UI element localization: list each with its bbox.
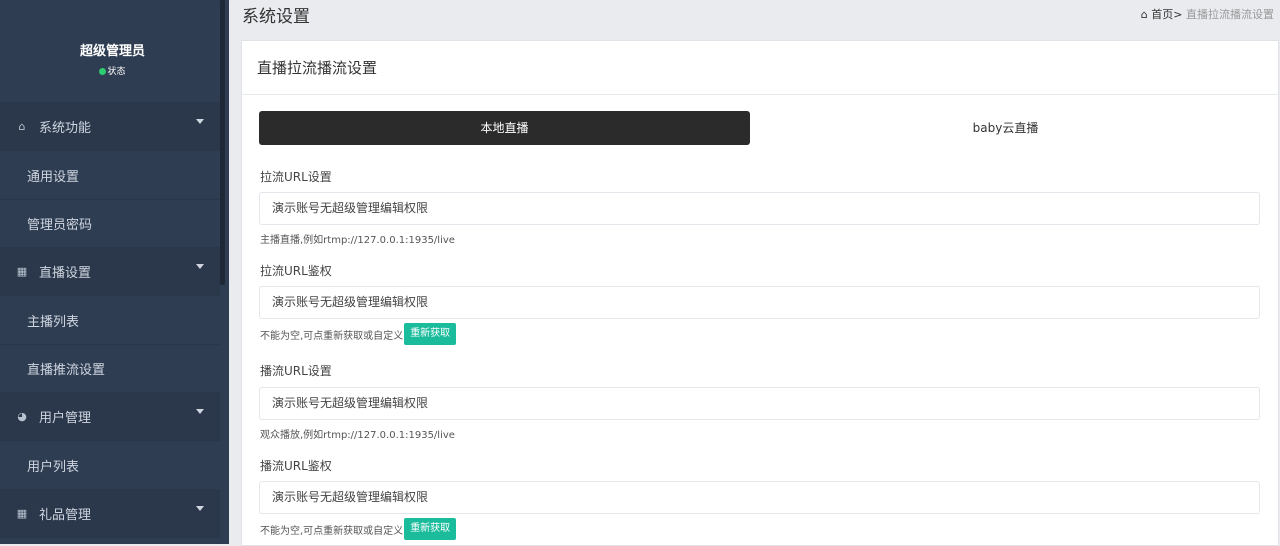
breadcrumb-current: 直播拉流播流设置 xyxy=(1186,8,1274,21)
play-auth-help: 不能为空,可点重新获取或自定义 重新获取 xyxy=(260,518,457,540)
sidebar-item-label: 直播推流设置 xyxy=(27,362,106,378)
chevron-down-icon xyxy=(196,409,204,414)
play-url-help: 观众播放,例如rtmp://127.0.0.1:1935/live xyxy=(260,426,455,441)
sidebar-item-label: 主播列表 xyxy=(27,314,80,330)
play-auth-label: 播流URL鉴权 xyxy=(260,459,332,473)
pie-chart-icon: ◕ xyxy=(17,409,27,423)
help-text: 主播直播,例如rtmp://127.0.0.1:1935/live xyxy=(260,235,455,246)
sidebar-item-admin-password[interactable]: 管理员密码 xyxy=(0,199,220,248)
sidebar-item-label: 直播设置 xyxy=(39,265,92,281)
user-name: 超级管理员 xyxy=(79,44,145,59)
page-title: 系统设置 xyxy=(242,7,310,27)
pull-url-help: 主播直播,例如rtmp://127.0.0.1:1935/live xyxy=(260,231,455,246)
sidebar-item-label: 管理员密码 xyxy=(27,217,93,233)
sidebar-item-user-management[interactable]: ◕ 用户管理 xyxy=(0,392,220,441)
sidebar-item-anchor-list[interactable]: 主播列表 xyxy=(0,296,220,345)
sidebar-item-label: 系统功能 xyxy=(39,120,92,136)
chevron-down-icon xyxy=(196,119,204,124)
table-icon: ▦ xyxy=(16,506,28,520)
tab-local-live[interactable]: 本地直播 xyxy=(259,111,750,145)
pull-auth-input[interactable]: 演示账号无超级管理编辑权限 xyxy=(259,286,1260,319)
sidebar-item-general-settings[interactable]: 通用设置 xyxy=(0,151,220,200)
play-auth-input[interactable]: 演示账号无超级管理编辑权限 xyxy=(259,481,1260,514)
help-text: 不能为空,可点重新获取或自定义 xyxy=(260,525,404,537)
breadcrumb-home[interactable]: 首页 xyxy=(1151,8,1173,21)
help-text: 观众播放,例如rtmp://127.0.0.1:1935/live xyxy=(260,430,455,441)
user-status: 状态 xyxy=(0,64,225,77)
chevron-down-icon xyxy=(196,506,204,511)
sidebar-item-system[interactable]: ⌂ 系统功能 xyxy=(0,102,220,151)
breadcrumb: ⌂ 首页> 直播拉流播流设置 xyxy=(1141,6,1274,22)
breadcrumb-separator: > xyxy=(1173,8,1183,21)
help-text: 不能为空,可点重新获取或自定义 xyxy=(260,330,404,342)
sidebar-item-label: 礼品管理 xyxy=(39,507,92,523)
sidebar-item-label: 用户列表 xyxy=(27,459,80,475)
panel-title: 直播拉流播流设置 xyxy=(242,41,1278,95)
settings-panel: 直播拉流播流设置 本地直播 baby云直播 拉流URL设置 演示账号无超级管理编… xyxy=(241,40,1279,546)
tab-bar: 本地直播 baby云直播 xyxy=(259,111,1261,145)
pull-url-input[interactable]: 演示账号无超级管理编辑权限 xyxy=(259,192,1260,225)
play-url-label: 播流URL设置 xyxy=(260,364,332,378)
status-label: 状态 xyxy=(107,67,126,77)
sidebar-item-label: 用户管理 xyxy=(39,410,92,426)
sidebar: 超级管理员 状态 ⌂ 系统功能 通用设置 管理员密码 ▦ 直播设置 主播列表 直… xyxy=(0,0,229,544)
refresh-pull-auth-button[interactable]: 重新获取 xyxy=(404,323,457,345)
sidebar-item-user-list[interactable]: 用户列表 xyxy=(0,441,220,490)
home-icon: ⌂ xyxy=(18,119,26,133)
tab-baby-cloud-live[interactable]: baby云直播 xyxy=(750,111,1261,145)
refresh-play-auth-button[interactable]: 重新获取 xyxy=(404,518,457,540)
pull-auth-help: 不能为空,可点重新获取或自定义 重新获取 xyxy=(260,323,457,345)
sidebar-item-gift-management[interactable]: ▦ 礼品管理 xyxy=(0,489,220,538)
sidebar-item-stream-settings[interactable]: 直播推流设置 xyxy=(0,344,220,393)
sidebar-item-label: 通用设置 xyxy=(27,169,80,185)
play-url-input[interactable]: 演示账号无超级管理编辑权限 xyxy=(259,387,1260,420)
pull-auth-label: 拉流URL鉴权 xyxy=(260,264,332,278)
chevron-down-icon xyxy=(196,264,204,269)
table-icon: ▦ xyxy=(16,264,28,278)
user-profile: 超级管理员 状态 xyxy=(0,40,225,77)
status-dot-icon xyxy=(99,68,107,75)
sidebar-item-live-settings[interactable]: ▦ 直播设置 xyxy=(0,247,220,296)
pull-url-label: 拉流URL设置 xyxy=(260,170,332,184)
home-icon: ⌂ xyxy=(1140,8,1148,21)
